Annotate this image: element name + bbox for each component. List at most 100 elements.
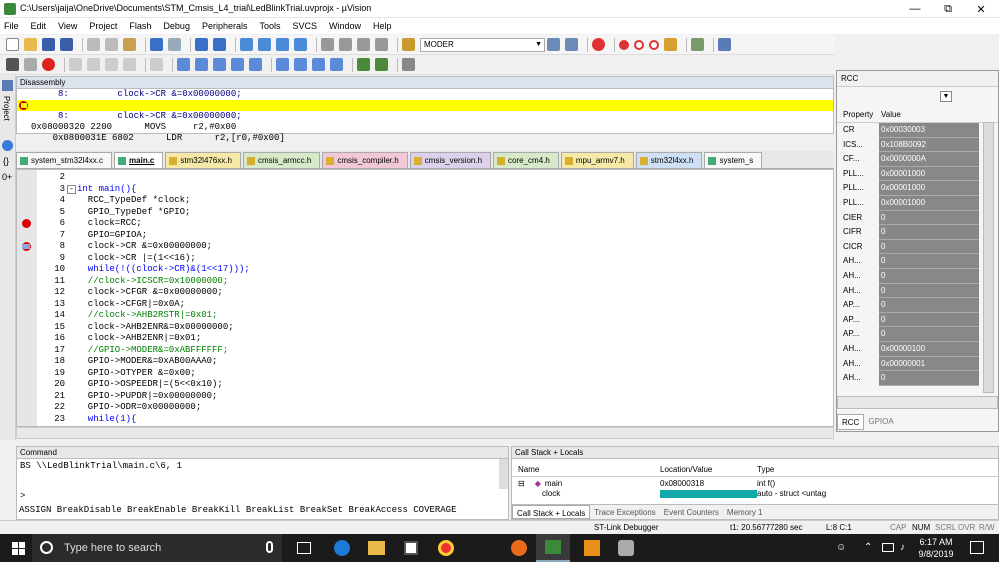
tab-core-cm4-h[interactable]: core_cm4.h <box>493 152 559 168</box>
rcc-register-row[interactable]: CF... 0x0000000A <box>837 152 998 167</box>
register-value[interactable]: 0x0000000A <box>879 152 979 167</box>
templates-icon[interactable]: 0+ <box>2 172 12 182</box>
find-combo[interactable]: MODER ▼ <box>420 37 545 52</box>
save-icon[interactable] <box>42 38 55 51</box>
tab-system-s[interactable]: system_s <box>704 152 763 168</box>
rcc-dropdown-icon[interactable]: ▼ <box>940 91 952 102</box>
register-value[interactable]: 0x108B0092 <box>879 137 979 153</box>
rcc-register-row[interactable]: CIER 0 <box>837 210 998 226</box>
code-line[interactable]: 19 GPIO->OTYPER &=0x00; <box>17 368 833 380</box>
callstack-row[interactable]: clock auto - struct <untag <box>512 490 998 498</box>
show-next-statement-icon[interactable] <box>150 58 163 71</box>
notifications-icon[interactable] <box>970 541 984 554</box>
tab-cmsis-compiler-h[interactable]: cmsis_compiler.h <box>322 152 408 168</box>
tab-trace-exceptions[interactable]: Trace Exceptions <box>590 505 660 519</box>
find-in-files-icon[interactable] <box>402 38 415 51</box>
code-line[interactable]: 23 while(1){ <box>17 414 833 426</box>
trace-window-icon[interactable] <box>357 58 370 71</box>
register-value[interactable]: 0 <box>879 312 979 328</box>
code-line[interactable]: 8 clock->CR &=0x00000000; <box>17 241 833 253</box>
code-line[interactable]: 18 GPIO->MODER&=0xAB00AAA0; <box>17 356 833 368</box>
nav-forward-icon[interactable] <box>213 38 226 51</box>
tab-rcc[interactable]: RCC <box>837 414 865 430</box>
minimize-button[interactable]: — <box>900 0 930 18</box>
code-line[interactable]: 9 clock->CR |=(1<<16); <box>17 253 833 265</box>
new-file-icon[interactable] <box>6 38 19 51</box>
functions-icon[interactable]: {} <box>3 156 9 166</box>
menu-peripherals[interactable]: Peripherals <box>202 21 248 31</box>
rcc-register-row[interactable]: CIFR 0 <box>837 225 998 240</box>
indent-icon[interactable] <box>321 38 334 51</box>
save-all-icon[interactable] <box>60 38 73 51</box>
rcc-register-row[interactable]: CICR 0 <box>837 239 998 255</box>
tab-callstack-locals[interactable]: Call Stack + Locals <box>512 505 591 519</box>
project-window-icon[interactable] <box>2 80 13 91</box>
run-to-cursor-icon[interactable] <box>123 58 136 71</box>
code-line[interactable]: 5 GPIO_TypeDef *GPIO; <box>17 207 833 219</box>
register-value[interactable]: 0x00001000 <box>879 195 979 211</box>
app-icon[interactable] <box>618 540 634 556</box>
code-line[interactable]: 4 RCC_TypeDef *clock; <box>17 195 833 207</box>
code-line[interactable]: 13 clock->CFGR|=0x0A; <box>17 299 833 311</box>
find-icon[interactable] <box>547 38 560 51</box>
system-viewer-icon[interactable] <box>375 58 388 71</box>
disasm-line[interactable]: 0x08000320 2200 MOVS r2,#0x00 <box>17 122 833 130</box>
registers-window-icon[interactable] <box>231 58 244 71</box>
copy-icon[interactable] <box>105 38 118 51</box>
code-line[interactable]: 16 clock->AHB2ENR|=0x01; <box>17 333 833 345</box>
call-stack-window-icon[interactable] <box>249 58 262 71</box>
code-editor[interactable]: - 2 3 int main(){4 RCC_TypeDef *clock; 5 GP… <box>16 169 834 427</box>
register-value[interactable]: 0x00000001 <box>879 356 979 372</box>
paste-icon[interactable] <box>123 38 136 51</box>
firefox-icon[interactable] <box>511 540 527 556</box>
tab-stm32l4xx-h[interactable]: stm32l4xx.h <box>635 152 703 168</box>
cut-icon[interactable] <box>87 38 100 51</box>
toolbox-icon[interactable] <box>402 58 415 71</box>
code-line[interactable]: 11 //clock->ICSCR=0x10000000; <box>17 276 833 288</box>
store-icon[interactable] <box>404 541 418 555</box>
rcc-register-row[interactable]: AH... 0 <box>837 254 998 269</box>
rcc-register-row[interactable]: PLL... 0x00001000 <box>837 166 998 182</box>
register-value[interactable]: 0 <box>879 239 979 255</box>
tab-mpu-armv7-h[interactable]: mpu_armv7.h <box>560 152 634 168</box>
open-folder-icon[interactable] <box>24 38 37 51</box>
clock-date[interactable]: 9/8/2019 <box>915 549 957 559</box>
disasm-current-line[interactable]: 0x0800031E 6802 LDR r2,[r0,#0x00] <box>17 100 833 143</box>
code-line[interactable]: 12 clock->CFGR &=0x00000000; <box>17 287 833 299</box>
register-value[interactable]: 0 <box>879 268 979 284</box>
editor-horizontal-scrollbar[interactable] <box>16 427 834 439</box>
bookmark-clear-icon[interactable] <box>294 38 307 51</box>
code-line[interactable]: 6 clock=RCC; <box>17 218 833 230</box>
code-line[interactable]: 21 GPIO->PUPDR|=0x00000000; <box>17 391 833 403</box>
step-over-icon[interactable] <box>87 58 100 71</box>
menu-tools[interactable]: Tools <box>259 21 280 31</box>
rcc-register-row[interactable]: AP... 0 <box>837 312 998 328</box>
reset-icon[interactable] <box>6 58 19 71</box>
taskbar-search-box[interactable]: Type here to search <box>32 534 282 562</box>
memory-window-icon[interactable] <box>294 58 307 71</box>
close-button[interactable]: ✕ <box>966 0 996 18</box>
show-hidden-icons-icon[interactable]: ⌃ <box>864 542 872 553</box>
bookmark-icon[interactable] <box>240 38 253 51</box>
bookmark-prev-icon[interactable] <box>258 38 271 51</box>
rcc-register-row[interactable]: ICS... 0x108B0092 <box>837 137 998 153</box>
register-value[interactable]: 0 <box>879 327 979 342</box>
task-view-icon[interactable] <box>297 542 311 554</box>
code-line[interactable]: 14 //clock->AHB2RSTR|=0x01; <box>17 310 833 322</box>
rcc-register-row[interactable]: PLL... 0x00001000 <box>837 195 998 211</box>
tab-stm32l476xx-h[interactable]: stm32l476xx.h <box>165 152 241 168</box>
edge-icon[interactable] <box>334 540 350 556</box>
incremental-find-icon[interactable] <box>565 38 578 51</box>
tab-system-stm32l4xx-c[interactable]: system_stm32l4xx.c <box>16 152 113 168</box>
start-button-icon[interactable] <box>12 542 25 555</box>
rcc-register-row[interactable]: AP... 0 <box>837 298 998 313</box>
microphone-icon[interactable] <box>266 541 273 553</box>
stop-icon[interactable] <box>42 58 55 71</box>
debug-session-icon[interactable] <box>592 38 605 51</box>
code-line[interactable]: 3 int main(){ <box>17 184 833 196</box>
rcc-register-row[interactable]: AP... 0 <box>837 327 998 342</box>
rcc-scrollbar[interactable] <box>983 122 994 393</box>
unindent-icon[interactable] <box>339 38 352 51</box>
tab-main-c[interactable]: main.c <box>114 152 164 168</box>
command-window-icon[interactable] <box>177 58 190 71</box>
